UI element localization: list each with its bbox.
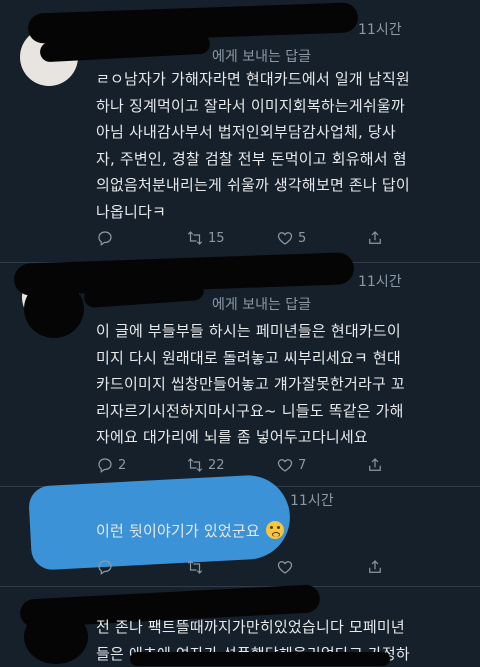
heart-icon bbox=[277, 561, 293, 574]
retweet-button[interactable] bbox=[186, 556, 276, 578]
redaction-scribble bbox=[24, 610, 88, 664]
tweet-actions: 15 5 bbox=[96, 227, 456, 249]
like-button[interactable]: 7 bbox=[276, 454, 366, 476]
tweet-1[interactable]: 11시간 에게 보내는 답글 ㄹㅇ남자가 가해자라면 현대카드에서 일개 남직원… bbox=[0, 0, 480, 263]
reply-icon bbox=[98, 458, 112, 473]
share-icon bbox=[369, 560, 381, 573]
like-count: 7 bbox=[298, 457, 307, 473]
reply-count: 2 bbox=[118, 457, 127, 473]
tweet-text: 이런 뒷이야기가 있었군요 bbox=[96, 518, 466, 545]
reply-button[interactable] bbox=[96, 227, 186, 249]
replying-to: 에게 보내는 답글 bbox=[212, 297, 312, 313]
redaction-scribble bbox=[78, 490, 268, 504]
heart-icon bbox=[277, 459, 293, 472]
retweet-icon bbox=[187, 560, 203, 574]
tweet-text: 이 글에 부들부들 하시는 페미년들은 현대카드이 미지 다시 원래대로 돌려놓… bbox=[96, 322, 405, 446]
share-button[interactable] bbox=[366, 227, 456, 249]
reply-icon bbox=[98, 560, 112, 575]
redaction-scribble bbox=[24, 280, 84, 338]
worried-face-emoji bbox=[265, 521, 284, 539]
timestamp[interactable]: 11시간 bbox=[358, 271, 402, 291]
like-count: 5 bbox=[298, 230, 307, 246]
tweet-text: ㄹㅇ남자가 가해자라면 현대카드에서 일개 남직원 하나 징계먹이고 잘라서 이… bbox=[96, 70, 410, 221]
tweet-4[interactable]: 전 존나 팩트뜰때까지가만히있었습니다 모페미년 들은 애초에 여자가 성폭행당… bbox=[0, 584, 480, 666]
retweet-icon bbox=[187, 458, 203, 472]
share-button[interactable] bbox=[366, 454, 456, 476]
like-button[interactable]: 5 bbox=[276, 227, 366, 249]
reply-icon bbox=[98, 231, 112, 246]
replying-to: 에게 보내는 답글 bbox=[212, 49, 312, 65]
retweet-icon bbox=[187, 231, 203, 245]
retweet-button[interactable]: 22 bbox=[186, 454, 276, 476]
tweet-2[interactable]: 11시간 에게 보내는 답글 이 글에 부들부들 하시는 페미년들은 현대카드이… bbox=[0, 252, 480, 487]
share-icon bbox=[369, 231, 381, 244]
share-button[interactable] bbox=[366, 556, 456, 578]
retweet-count: 15 bbox=[208, 230, 225, 246]
timestamp[interactable]: 11시간 bbox=[358, 19, 402, 39]
timestamp[interactable]: 11시간 bbox=[290, 490, 334, 510]
tweet-actions bbox=[96, 556, 456, 578]
reply-button[interactable] bbox=[96, 556, 186, 578]
reply-button[interactable]: 2 bbox=[96, 454, 186, 476]
retweet-button[interactable]: 15 bbox=[186, 227, 276, 249]
heart-icon bbox=[277, 232, 293, 245]
share-icon bbox=[369, 458, 381, 471]
tweet-3[interactable]: 11시간 이런 뒷이야기가 있었군요 bbox=[0, 473, 480, 587]
retweet-count: 22 bbox=[208, 457, 225, 473]
like-button[interactable] bbox=[276, 556, 366, 578]
tweet-actions: 2 22 7 bbox=[96, 454, 456, 476]
